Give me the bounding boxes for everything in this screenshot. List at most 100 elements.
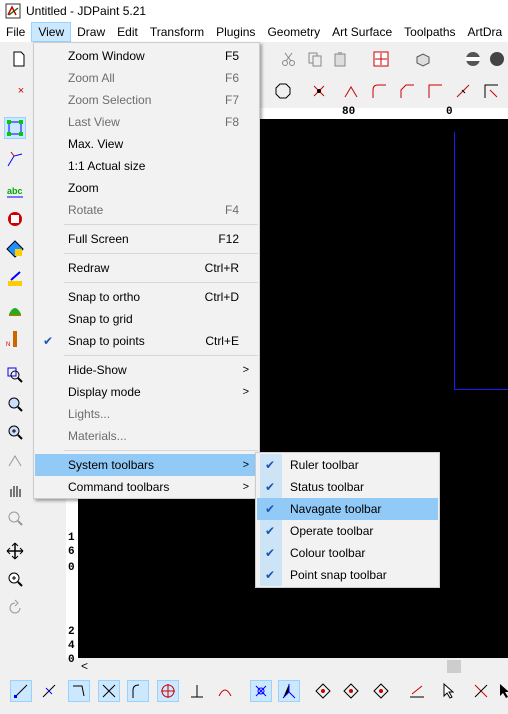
snap-intersection-button[interactable]	[98, 680, 120, 702]
snap-ortho-button[interactable]	[278, 680, 300, 702]
break-tool-button[interactable]	[452, 80, 474, 102]
menu-view[interactable]: View	[31, 22, 72, 42]
pan-tool-button[interactable]	[4, 540, 26, 562]
menu-edit[interactable]: Edit	[111, 22, 144, 42]
submenu-item-ruler-toolbar[interactable]: ✔ Ruler toolbar	[257, 454, 438, 476]
node-edit-icon	[7, 151, 23, 167]
copy-button[interactable]	[304, 48, 326, 70]
menu-item-last-view[interactable]: Last View F8	[35, 111, 259, 133]
menu-item-display-mode[interactable]: Display mode >	[35, 381, 259, 403]
horizontal-scrollbar[interactable]: <	[79, 658, 508, 675]
menu-transform[interactable]: Transform	[144, 22, 210, 42]
trim-tool-button[interactable]	[308, 80, 330, 102]
layer-button[interactable]	[406, 680, 428, 702]
view-front-button[interactable]	[370, 48, 392, 70]
menu-item-zoom-window[interactable]: Zoom Window F5	[35, 45, 259, 67]
menu-item-redraw[interactable]: Redraw Ctrl+R	[35, 257, 259, 279]
zoom-out-tool-button[interactable]	[4, 393, 26, 415]
title-bar: Untitled - JDPaint 5.21	[0, 0, 508, 22]
corner-tool-button[interactable]	[424, 80, 446, 102]
paste-button[interactable]	[330, 48, 352, 70]
circle-tool-button[interactable]	[272, 80, 294, 102]
view-render-button[interactable]	[370, 680, 392, 702]
zoom-in-tool-button[interactable]	[4, 421, 26, 443]
menu-artdraw[interactable]: ArtDra	[462, 22, 508, 42]
menu-item-zoom[interactable]: Zoom	[35, 177, 259, 199]
measure-tool-button[interactable]: N	[4, 328, 26, 350]
cut-button[interactable]	[278, 48, 300, 70]
zoom-realtime-tool-button[interactable]	[4, 568, 26, 590]
rotate-view-tool-button[interactable]	[4, 450, 26, 472]
submenu-item-status-toolbar[interactable]: ✔ Status toolbar	[257, 476, 438, 498]
view-3d-button[interactable]	[412, 48, 434, 70]
menu-item-materials[interactable]: Materials...	[35, 425, 259, 447]
chamfer-tool-button[interactable]	[396, 80, 418, 102]
menu-draw[interactable]: Draw	[71, 22, 111, 42]
material-button[interactable]	[486, 48, 508, 70]
submenu-item-label: Status toolbar	[290, 480, 365, 494]
relief-icon	[9, 308, 21, 316]
extend-tool-button[interactable]	[340, 80, 362, 102]
new-file-button[interactable]	[8, 48, 30, 70]
snap-perpendicular-icon	[191, 685, 203, 698]
shading-button[interactable]	[462, 48, 484, 70]
menu-item-zoom-selection[interactable]: Zoom Selection F7	[35, 89, 259, 111]
paint-tool-button[interactable]	[4, 268, 26, 290]
menu-item-snap-to-ortho[interactable]: Snap to ortho Ctrl+D	[35, 286, 259, 308]
submenu-item-operate-toolbar[interactable]: ✔ Operate toolbar	[257, 520, 438, 542]
menu-item-actual-size[interactable]: 1:1 Actual size	[35, 155, 259, 177]
menu-item-system-toolbars[interactable]: System toolbars >	[35, 454, 259, 476]
menu-item-hide-show[interactable]: Hide-Show >	[35, 359, 259, 381]
close-small-button[interactable]: ×	[10, 80, 32, 102]
menu-geometry[interactable]: Geometry	[261, 22, 326, 42]
menu-item-rotate[interactable]: Rotate F4	[35, 199, 259, 221]
menu-item-snap-to-points[interactable]: ✔ Snap to points Ctrl+E	[35, 330, 259, 352]
view-wire-button[interactable]	[312, 680, 334, 702]
menu-file[interactable]: File	[0, 22, 31, 42]
select-tool-button[interactable]	[4, 117, 26, 139]
snap-endpoint-button[interactable]	[10, 680, 32, 702]
snap-tangent-button[interactable]	[127, 680, 149, 702]
menu-item-max-view[interactable]: Max. View	[35, 133, 259, 155]
pointer-icon	[443, 682, 455, 699]
diamond-render-icon	[373, 683, 389, 699]
snap-endpoint-icon	[14, 684, 28, 698]
snap-midpoint-button[interactable]	[38, 680, 60, 702]
menu-item-zoom-all[interactable]: Zoom All F6	[35, 67, 259, 89]
scroll-thumb[interactable]	[447, 660, 461, 673]
shape-tool-button[interactable]	[4, 208, 26, 230]
node-edit-button[interactable]	[4, 148, 26, 170]
snap-perpendicular-button[interactable]	[186, 680, 208, 702]
snap-nearest-button[interactable]	[68, 680, 90, 702]
menu-art-surface[interactable]: Art Surface	[326, 22, 398, 42]
scroll-left-icon[interactable]: <	[81, 658, 95, 675]
ruler-label: 6	[68, 546, 75, 558]
split-tool-button[interactable]	[480, 80, 502, 102]
view-shaded-button[interactable]	[340, 680, 362, 702]
polygon-tool-button[interactable]	[4, 238, 26, 260]
relief-tool-button[interactable]	[4, 298, 26, 320]
submenu-item-navagate-toolbar[interactable]: ✔ Navagate toolbar	[257, 498, 438, 520]
zoom-search-tool-button[interactable]	[4, 507, 26, 529]
submenu-item-point-snap-toolbar[interactable]: ✔ Point snap toolbar	[257, 564, 438, 586]
text-tool-button[interactable]: abc	[4, 180, 26, 202]
check-icon: ✔	[265, 458, 276, 472]
menu-item-label: Rotate	[68, 203, 104, 217]
menu-plugins[interactable]: Plugins	[210, 22, 261, 42]
menu-item-full-screen[interactable]: Full Screen F12	[35, 228, 259, 250]
menu-item-snap-to-grid[interactable]: Snap to grid	[35, 308, 259, 330]
menu-toolpaths[interactable]: Toolpaths	[398, 22, 461, 42]
menu-item-lights[interactable]: Lights...	[35, 403, 259, 425]
zoom-window-tool-button[interactable]	[4, 364, 26, 386]
snap-arc-button[interactable]	[214, 680, 236, 702]
arrow-select-button[interactable]	[494, 680, 508, 702]
pointer-tool-button[interactable]	[438, 680, 460, 702]
refresh-tool-button[interactable]	[4, 597, 26, 619]
snap-center-button[interactable]	[157, 680, 179, 702]
fillet-tool-button[interactable]	[368, 80, 390, 102]
submenu-item-colour-toolbar[interactable]: ✔ Colour toolbar	[257, 542, 438, 564]
menu-item-command-toolbars[interactable]: Command toolbars >	[35, 476, 259, 498]
snap-grid-button[interactable]	[250, 680, 272, 702]
pick-tool-button[interactable]	[470, 680, 492, 702]
pan-hand-tool-button[interactable]	[4, 479, 26, 501]
